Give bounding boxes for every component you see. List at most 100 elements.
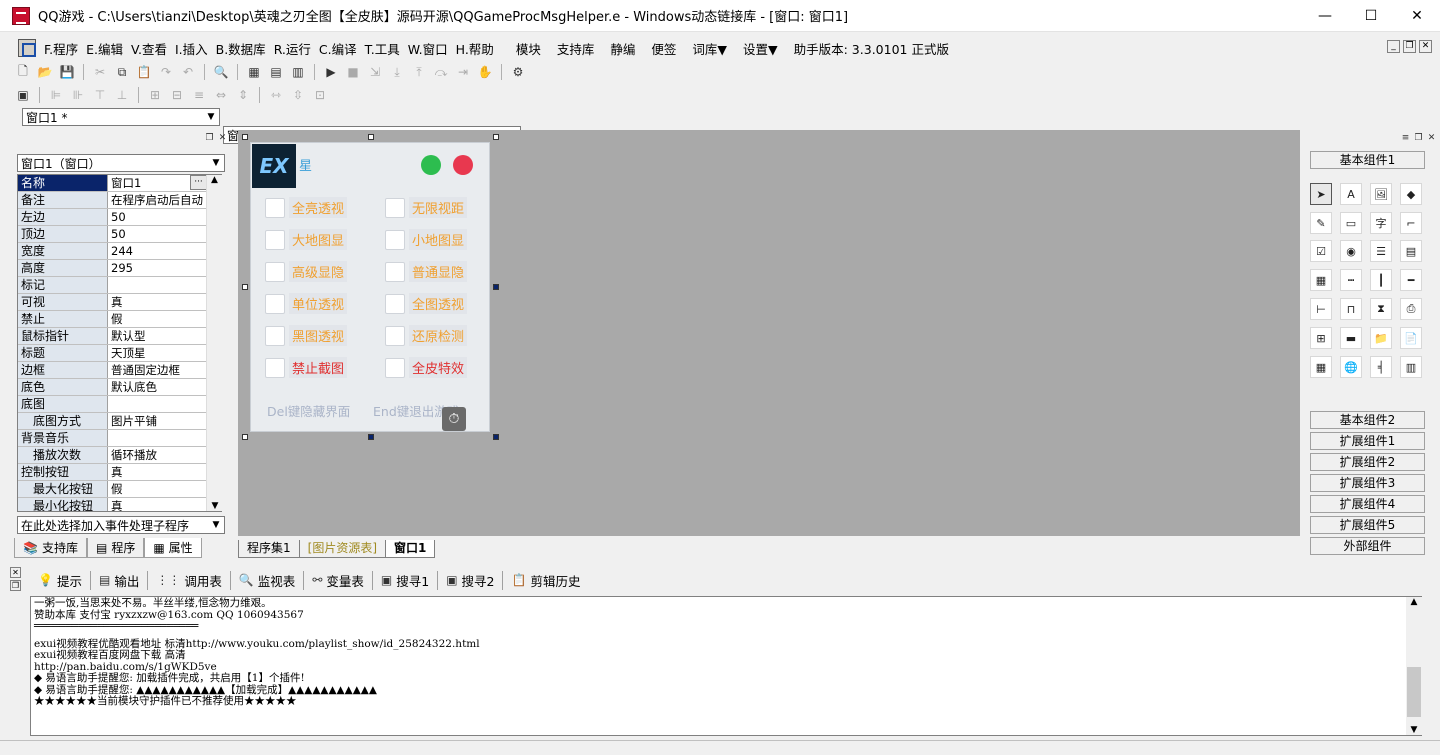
- document-window-icon[interactable]: [18, 39, 36, 57]
- property-row[interactable]: 顶边 50: [18, 226, 221, 243]
- basic-components-1-button[interactable]: 基本组件1: [1310, 151, 1425, 169]
- slider-icon[interactable]: ⊢: [1310, 298, 1332, 320]
- extended-components-2-button[interactable]: 扩展组件2: [1310, 453, 1425, 471]
- layout-2-icon[interactable]: ▤: [267, 63, 285, 81]
- mdi-minimize-button[interactable]: _: [1387, 40, 1400, 53]
- edit-box-icon[interactable]: ✎: [1310, 212, 1332, 234]
- option-checkbox[interactable]: 普通显隐: [385, 261, 468, 282]
- design-canvas[interactable]: EX 星 全亮透视 大地图显 高级显隐 单位透视 黑图透视 禁止截图 无限视距 小地图显 普通…: [238, 130, 1300, 536]
- same-width-icon[interactable]: ⇿: [267, 86, 285, 104]
- pointer-icon[interactable]: ➤: [1310, 183, 1332, 205]
- option-checkbox[interactable]: 高级显隐: [265, 261, 348, 282]
- folder-icon[interactable]: 📁: [1370, 327, 1392, 349]
- button-icon[interactable]: ▬: [1340, 327, 1362, 349]
- property-value[interactable]: 普通固定边框: [108, 362, 221, 378]
- option-checkbox[interactable]: 全图透视: [385, 293, 468, 314]
- cut-icon[interactable]: ✂: [91, 63, 109, 81]
- mdi-restore-button[interactable]: ❐: [1403, 40, 1416, 53]
- checkbox-box[interactable]: [265, 325, 285, 346]
- table-icon[interactable]: ⊞: [1310, 327, 1332, 349]
- output-scrollbar[interactable]: ▲ ▼: [1406, 597, 1422, 735]
- step-out-icon[interactable]: ⤒: [410, 63, 428, 81]
- menu-item-1[interactable]: E.编辑: [86, 39, 123, 58]
- paste-icon[interactable]: 📋: [135, 63, 153, 81]
- new-file-icon[interactable]: 🗋: [14, 63, 32, 81]
- property-value[interactable]: 图片平铺: [108, 413, 221, 429]
- redo-icon[interactable]: ↷: [157, 63, 175, 81]
- property-row[interactable]: 最大化按钮假: [18, 481, 221, 498]
- property-row[interactable]: 高度 295: [18, 260, 221, 277]
- extended-components-3-button[interactable]: 扩展组件3: [1310, 474, 1425, 492]
- designer-form[interactable]: EX 星 全亮透视 大地图显 高级显隐 单位透视 黑图透视 禁止截图 无限视距 小地图显 普通…: [250, 142, 490, 432]
- print-icon[interactable]: ⎙: [1400, 298, 1422, 320]
- align-left-icon[interactable]: ⊫: [47, 86, 65, 104]
- line-icon[interactable]: ⌐: [1400, 212, 1422, 234]
- tab-program[interactable]: ▤ 程序: [86, 538, 145, 558]
- checkbox-box[interactable]: [265, 261, 285, 282]
- stop-icon[interactable]: ■: [344, 63, 362, 81]
- panel-float-button[interactable]: ❐: [1413, 133, 1424, 144]
- property-value[interactable]: 假: [108, 311, 221, 327]
- extended-components-4-button[interactable]: 扩展组件4: [1310, 495, 1425, 513]
- same-size-icon[interactable]: ⊡: [311, 86, 329, 104]
- menu-item-5[interactable]: R.运行: [274, 39, 311, 58]
- radio-icon[interactable]: ◉: [1340, 240, 1362, 262]
- external-components-button[interactable]: 外部组件: [1310, 537, 1425, 555]
- group-box-icon[interactable]: ▭: [1340, 212, 1362, 234]
- checkbox-box[interactable]: [385, 325, 405, 346]
- tab-call-stack[interactable]: ⋮⋮ 调用表: [148, 570, 231, 590]
- ellipsis-button[interactable]: ···: [190, 175, 207, 190]
- property-value[interactable]: 在程序启动后自动: [108, 192, 221, 208]
- listbox-icon[interactable]: ☰: [1370, 240, 1392, 262]
- property-row[interactable]: 控制按钮真: [18, 464, 221, 481]
- timer-icon[interactable]: ⏱: [442, 407, 466, 431]
- extended-components-5-button[interactable]: 扩展组件5: [1310, 516, 1425, 534]
- combobox-icon[interactable]: ▤: [1400, 240, 1422, 262]
- property-row[interactable]: 禁止假: [18, 311, 221, 328]
- menu-item-8[interactable]: W.窗口: [408, 39, 448, 58]
- tab-search1[interactable]: ▣ 搜寻1: [373, 570, 439, 590]
- timer-component-icon[interactable]: ⧗: [1370, 298, 1392, 320]
- tab-window1[interactable]: 窗口1: [385, 540, 436, 558]
- undo-icon[interactable]: ↶: [179, 63, 197, 81]
- tab-program-set[interactable]: 程序集1: [238, 540, 300, 558]
- step-over-icon[interactable]: ⤼: [432, 63, 450, 81]
- layout-1-icon[interactable]: ▦: [245, 63, 263, 81]
- checkbox-box[interactable]: [385, 261, 405, 282]
- align-right-icon[interactable]: ⊪: [69, 86, 87, 104]
- maximize-button[interactable]: ☐: [1348, 0, 1394, 32]
- tab-watch[interactable]: 🔍 监视表: [231, 570, 305, 590]
- property-value[interactable]: 244: [108, 243, 221, 259]
- option-checkbox[interactable]: 还原检测: [385, 325, 468, 346]
- menu-item-7[interactable]: T.工具: [365, 39, 400, 58]
- step-icon[interactable]: ⇲: [366, 63, 384, 81]
- scroll-thumb[interactable]: [1407, 667, 1421, 717]
- option-checkbox[interactable]: 黑图透视: [265, 325, 348, 346]
- text-icon[interactable]: 字: [1370, 212, 1392, 234]
- grid-icon[interactable]: ▦: [1310, 269, 1332, 291]
- tab-hint[interactable]: 💡 提示: [30, 570, 91, 590]
- red-button[interactable]: [453, 155, 473, 175]
- picture-icon[interactable]: 🖼: [1370, 183, 1392, 205]
- property-row[interactable]: 鼠标指针 默认型: [18, 328, 221, 345]
- resize-handle[interactable]: [493, 134, 499, 140]
- save-icon[interactable]: 💾: [58, 63, 76, 81]
- split-icon[interactable]: ╡: [1370, 356, 1392, 378]
- resize-handle[interactable]: [242, 134, 248, 140]
- layout-3-icon[interactable]: ▥: [289, 63, 307, 81]
- tab-clip-history[interactable]: 📋 剪辑历史: [503, 571, 588, 590]
- resize-handle[interactable]: [368, 134, 374, 140]
- panel-close-button[interactable]: ✕: [10, 567, 21, 578]
- property-value[interactable]: 假: [108, 481, 221, 497]
- property-row[interactable]: 左边 50: [18, 209, 221, 226]
- step-in-icon[interactable]: ⤓: [388, 63, 406, 81]
- property-row[interactable]: 底图方式 图片平铺: [18, 413, 221, 430]
- space-v-icon[interactable]: ⇕: [234, 86, 252, 104]
- align-middle-icon[interactable]: ≡: [190, 86, 208, 104]
- menu-item-13[interactable]: 便签: [651, 39, 676, 58]
- checkbox-box[interactable]: [265, 293, 285, 314]
- property-value[interactable]: 循环播放: [108, 447, 221, 463]
- property-value[interactable]: [108, 430, 221, 446]
- resize-handle[interactable]: [493, 434, 499, 440]
- same-height-icon[interactable]: ⇳: [289, 86, 307, 104]
